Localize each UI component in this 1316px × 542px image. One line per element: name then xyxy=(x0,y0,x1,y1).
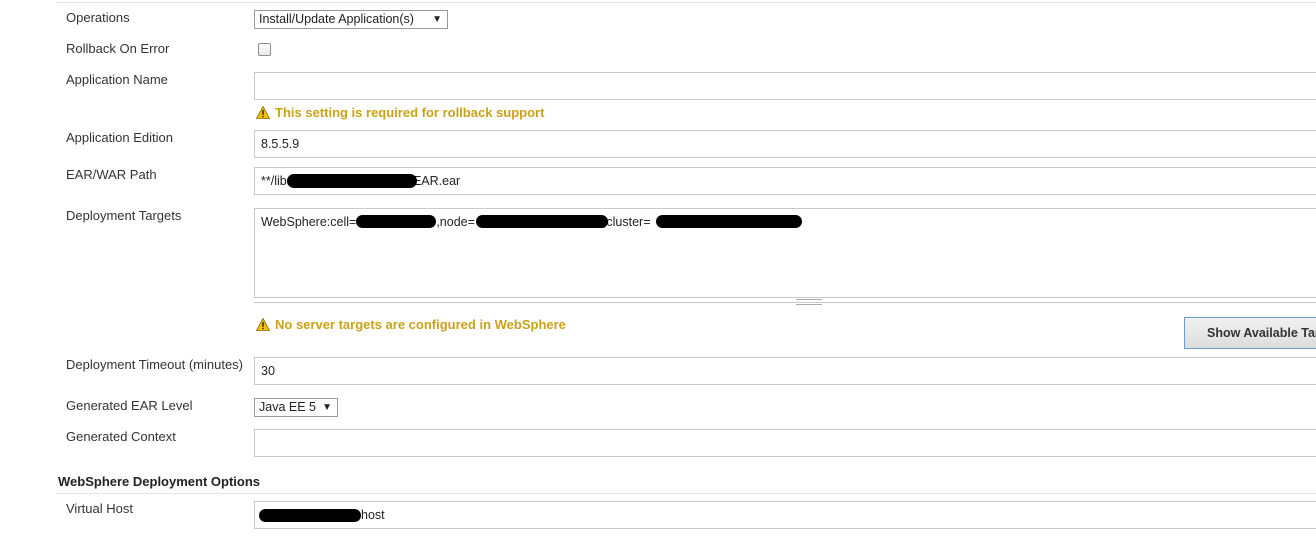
top-divider xyxy=(56,2,1316,3)
app-name-label: Application Name xyxy=(66,72,168,87)
rollback-checkbox[interactable] xyxy=(258,43,271,56)
ear-level-select[interactable]: Java EE 5 ▼ xyxy=(254,398,338,417)
section-title: WebSphere Deployment Options xyxy=(58,474,261,489)
dropdown-arrow-icon: ▼ xyxy=(432,14,442,25)
targets-warning-text: No server targets are configured in WebS… xyxy=(275,317,566,332)
warning-triangle-icon xyxy=(256,106,270,119)
redaction-mark xyxy=(476,215,608,228)
context-label: Generated Context xyxy=(66,429,176,444)
redaction-mark xyxy=(259,509,361,522)
deploy-targets-part3: ,cluster= xyxy=(602,215,651,229)
ear-level-value: Java EE 5 xyxy=(259,400,316,414)
textarea-resize-bar xyxy=(254,302,1316,303)
virtual-host-input[interactable]: host xyxy=(254,501,1316,529)
operations-select[interactable]: Install/Update Application(s) ▼ xyxy=(254,10,448,29)
app-edition-label: Application Edition xyxy=(66,130,173,145)
timeout-label: Deployment Timeout (minutes) xyxy=(66,357,244,372)
context-input[interactable] xyxy=(254,429,1316,457)
virtual-host-label: Virtual Host xyxy=(66,501,133,516)
app-name-warning-text: This setting is required for rollback su… xyxy=(275,105,545,120)
targets-warning: No server targets are configured in WebS… xyxy=(256,317,566,332)
ear-path-label: EAR/WAR Path xyxy=(66,167,157,182)
operations-value: Install/Update Application(s) xyxy=(259,12,414,26)
deploy-targets-part2: ,node= xyxy=(436,215,475,229)
operations-label: Operations xyxy=(66,10,130,25)
timeout-input[interactable]: 30 xyxy=(254,357,1316,385)
dropdown-arrow-icon: ▼ xyxy=(322,402,332,413)
ear-level-label: Generated EAR Level xyxy=(66,398,193,413)
redaction-mark xyxy=(356,215,436,228)
virtual-host-suffix: host xyxy=(361,508,385,522)
redaction-mark xyxy=(287,174,417,188)
show-available-targets-button[interactable]: Show Available Targets xyxy=(1184,317,1316,349)
deploy-targets-part1: WebSphere:cell= xyxy=(261,215,357,229)
resize-grip-icon[interactable] xyxy=(796,299,822,305)
redaction-mark xyxy=(656,215,802,228)
rollback-label: Rollback On Error xyxy=(66,41,170,56)
app-name-input[interactable] xyxy=(254,72,1316,100)
ear-path-suffix: EAR.ear xyxy=(412,174,461,188)
deploy-targets-label: Deployment Targets xyxy=(66,208,182,223)
app-edition-input[interactable]: 8.5.5.9 xyxy=(254,130,1316,158)
app-name-warning: This setting is required for rollback su… xyxy=(256,105,544,120)
warning-triangle-icon xyxy=(256,318,270,331)
section-divider xyxy=(56,493,1316,494)
